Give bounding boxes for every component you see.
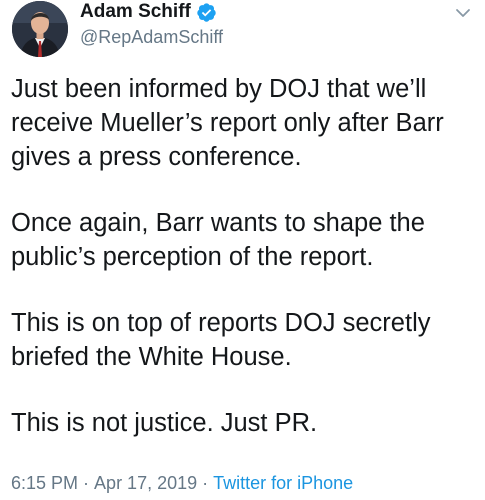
meta-separator: ·	[202, 473, 209, 493]
tweet-paragraph: Once again, Barr wants to shape the publ…	[11, 209, 425, 271]
avatar-photo	[12, 1, 68, 57]
author-handle[interactable]: @RepAdamSchiff	[80, 27, 223, 48]
tweet-card: Adam Schiff @RepAdamSchiff Just been inf…	[0, 0, 485, 500]
author-name[interactable]: Adam Schiff	[80, 1, 191, 23]
tweet-source-link[interactable]: Twitter for iPhone	[213, 473, 353, 493]
author-name-row: Adam Schiff	[80, 0, 223, 24]
tweet-meta: 6:15 PM · Apr 17, 2019 · Twitter for iPhone	[11, 473, 353, 494]
meta-separator: ·	[83, 473, 90, 493]
tweet-paragraph: Just been informed by DOJ that we’ll rec…	[11, 75, 444, 171]
chevron-down-icon[interactable]	[452, 2, 474, 24]
tweet-time[interactable]: 6:15 PM	[11, 473, 78, 493]
tweet-paragraph: This is not justice. Just PR.	[11, 409, 318, 437]
tweet-date[interactable]: Apr 17, 2019	[94, 473, 197, 493]
tweet-text: Just been informed by DOJ that we’ll rec…	[11, 72, 481, 440]
author-block: Adam Schiff @RepAdamSchiff	[80, 0, 223, 48]
tweet-paragraph: This is on top of reports DOJ secretly b…	[11, 309, 431, 371]
verified-badge-icon	[196, 2, 217, 23]
avatar[interactable]	[12, 1, 68, 57]
